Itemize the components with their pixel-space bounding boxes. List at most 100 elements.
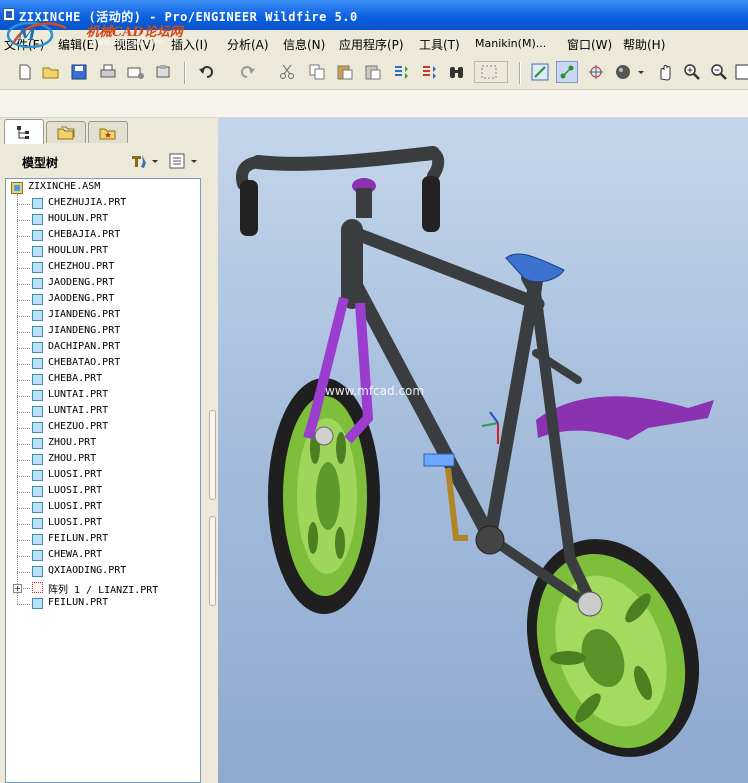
tree-branch <box>17 204 30 205</box>
tree-item[interactable]: CHEWA.PRT <box>6 548 196 564</box>
settings-dropdown[interactable] <box>130 152 160 170</box>
tree-root[interactable]: ZIXINCHE.ASM <box>6 180 196 196</box>
navigator-panel: 模型树 ZIXINCHE.ASM CHEZHUJIA.PRT HOULUN.PRT… <box>0 118 217 783</box>
tree-item[interactable]: LUNTAI.PRT <box>6 404 196 420</box>
tree-item[interactable]: JAODENG.PRT <box>6 292 196 308</box>
tree-root-label: ZIXINCHE.ASM <box>28 181 101 192</box>
expand-toggle[interactable]: + <box>13 584 22 593</box>
orient-icon[interactable] <box>556 61 578 83</box>
tree-item[interactable]: QXIAODING.PRT <box>6 564 196 580</box>
tree-item-label: LUOSI.PRT <box>48 469 103 480</box>
tree-item[interactable]: CHEZUO.PRT <box>6 420 196 436</box>
tree-item-label: QXIAODING.PRT <box>48 565 127 576</box>
undo-icon[interactable] <box>196 61 218 83</box>
menu-tools[interactable]: 工具(T) <box>419 36 460 53</box>
repaint-icon[interactable] <box>529 61 551 83</box>
paste-special-icon[interactable] <box>362 61 384 83</box>
part-icon <box>32 470 43 481</box>
regenerate-icon[interactable] <box>390 61 412 83</box>
tree-item[interactable]: ZHOU.PRT <box>6 452 196 468</box>
tree-branch <box>17 252 30 253</box>
graphics-viewport[interactable]: www.mfcad.com <box>218 118 748 783</box>
copy-icon[interactable] <box>306 61 328 83</box>
cut-icon[interactable] <box>276 61 298 83</box>
splitter-grip-bottom[interactable] <box>209 516 216 606</box>
part-icon <box>32 358 43 369</box>
save-icon[interactable] <box>68 61 90 83</box>
select-box-icon[interactable] <box>474 61 508 83</box>
menu-info[interactable]: 信息(N) <box>283 36 325 53</box>
tree-item[interactable]: LUOSI.PRT <box>6 516 196 532</box>
part-icon <box>32 326 43 337</box>
menu-insert[interactable]: 插入(I) <box>171 36 208 53</box>
tree-branch <box>17 220 30 221</box>
tree-item[interactable]: FEILUN.PRT <box>6 596 196 612</box>
menu-help[interactable]: 帮助(H) <box>623 36 665 53</box>
tree-item[interactable]: FEILUN.PRT <box>6 532 196 548</box>
open-icon[interactable] <box>40 61 62 83</box>
tree-item[interactable]: JIANDENG.PRT <box>6 308 196 324</box>
copy-to-clipboard-icon[interactable] <box>153 61 175 83</box>
tree-item-label: LUNTAI.PRT <box>48 405 109 416</box>
regenerate-manager-icon[interactable] <box>418 61 440 83</box>
tree-item[interactable]: LUOSI.PRT <box>6 500 196 516</box>
tree-item-label: LUOSI.PRT <box>48 517 103 528</box>
menu-applications[interactable]: 应用程序(P) <box>339 36 404 53</box>
menu-file[interactable]: 文件(F) <box>4 36 44 53</box>
tree-branch <box>17 268 30 269</box>
tree-item-label: CHEZHOU.PRT <box>48 261 115 272</box>
part-icon <box>32 214 43 225</box>
tree-item-label: JIANDENG.PRT <box>48 309 121 320</box>
menu-edit[interactable]: 编辑(E) <box>58 36 99 53</box>
zoom-out-icon[interactable] <box>708 61 730 83</box>
tree-item[interactable]: HOULUN.PRT <box>6 244 196 260</box>
tree-item[interactable]: ZHOU.PRT <box>6 436 196 452</box>
redo-icon[interactable] <box>236 61 258 83</box>
tree-item-label: 阵列 1 / LIANZI.PRT <box>48 585 159 596</box>
splitter-grip-top[interactable] <box>209 410 216 500</box>
tree-item[interactable]: CHEBA.PRT <box>6 372 196 388</box>
tree-item[interactable]: JAODENG.PRT <box>6 276 196 292</box>
tree-item[interactable]: LUOSI.PRT <box>6 484 196 500</box>
tree-item[interactable]: JIANDENG.PRT <box>6 324 196 340</box>
paste-icon[interactable] <box>334 61 356 83</box>
tree-item[interactable]: LUNTAI.PRT <box>6 388 196 404</box>
folder-icon <box>57 126 75 139</box>
part-icon <box>32 486 43 497</box>
model-tree: ZIXINCHE.ASM CHEZHUJIA.PRT HOULUN.PRT CHEB… <box>5 178 201 783</box>
tree-item[interactable]: CHEBATAO.PRT <box>6 356 196 372</box>
tree-item[interactable]: CHEZHUJIA.PRT <box>6 196 196 212</box>
menu-manikin[interactable]: Manikin(M)... <box>475 37 546 50</box>
part-icon <box>32 342 43 353</box>
tab-model-tree[interactable] <box>4 119 44 144</box>
shading-icon[interactable] <box>612 61 646 83</box>
part-icon <box>32 230 43 241</box>
tab-favorites[interactable] <box>88 121 128 143</box>
tab-folder-browser[interactable] <box>46 121 86 143</box>
menu-view[interactable]: 视图(V) <box>114 36 156 53</box>
spin-center-icon[interactable] <box>585 61 607 83</box>
panel-splitter[interactable] <box>208 118 218 783</box>
tree-item[interactable]: CHEBAJIA.PRT <box>6 228 196 244</box>
print-icon[interactable] <box>97 61 119 83</box>
tree-item-label: JAODENG.PRT <box>48 293 115 304</box>
tree-item[interactable]: LUOSI.PRT <box>6 468 196 484</box>
part-icon <box>32 310 43 321</box>
favorites-icon <box>99 128 116 139</box>
menu-window[interactable]: 窗口(W) <box>567 36 612 53</box>
tree-item[interactable]: HOULUN.PRT <box>6 212 196 228</box>
navigator-tabs <box>0 118 217 144</box>
tree-item[interactable]: DACHIPAN.PRT <box>6 340 196 356</box>
handlebar <box>235 146 445 236</box>
email-icon[interactable] <box>125 61 147 83</box>
pan-icon[interactable] <box>654 61 676 83</box>
tree-item[interactable]: + 阵列 1 / LIANZI.PRT <box>6 580 196 596</box>
menu-analysis[interactable]: 分析(A) <box>227 36 269 53</box>
model-tree-header: 模型树 <box>0 146 217 176</box>
tree-item[interactable]: CHEZHOU.PRT <box>6 260 196 276</box>
show-dropdown[interactable] <box>168 152 200 170</box>
new-icon[interactable] <box>14 61 36 83</box>
zoom-in-icon[interactable] <box>681 61 703 83</box>
find-icon[interactable] <box>446 61 468 83</box>
refit-icon[interactable] <box>734 61 748 83</box>
